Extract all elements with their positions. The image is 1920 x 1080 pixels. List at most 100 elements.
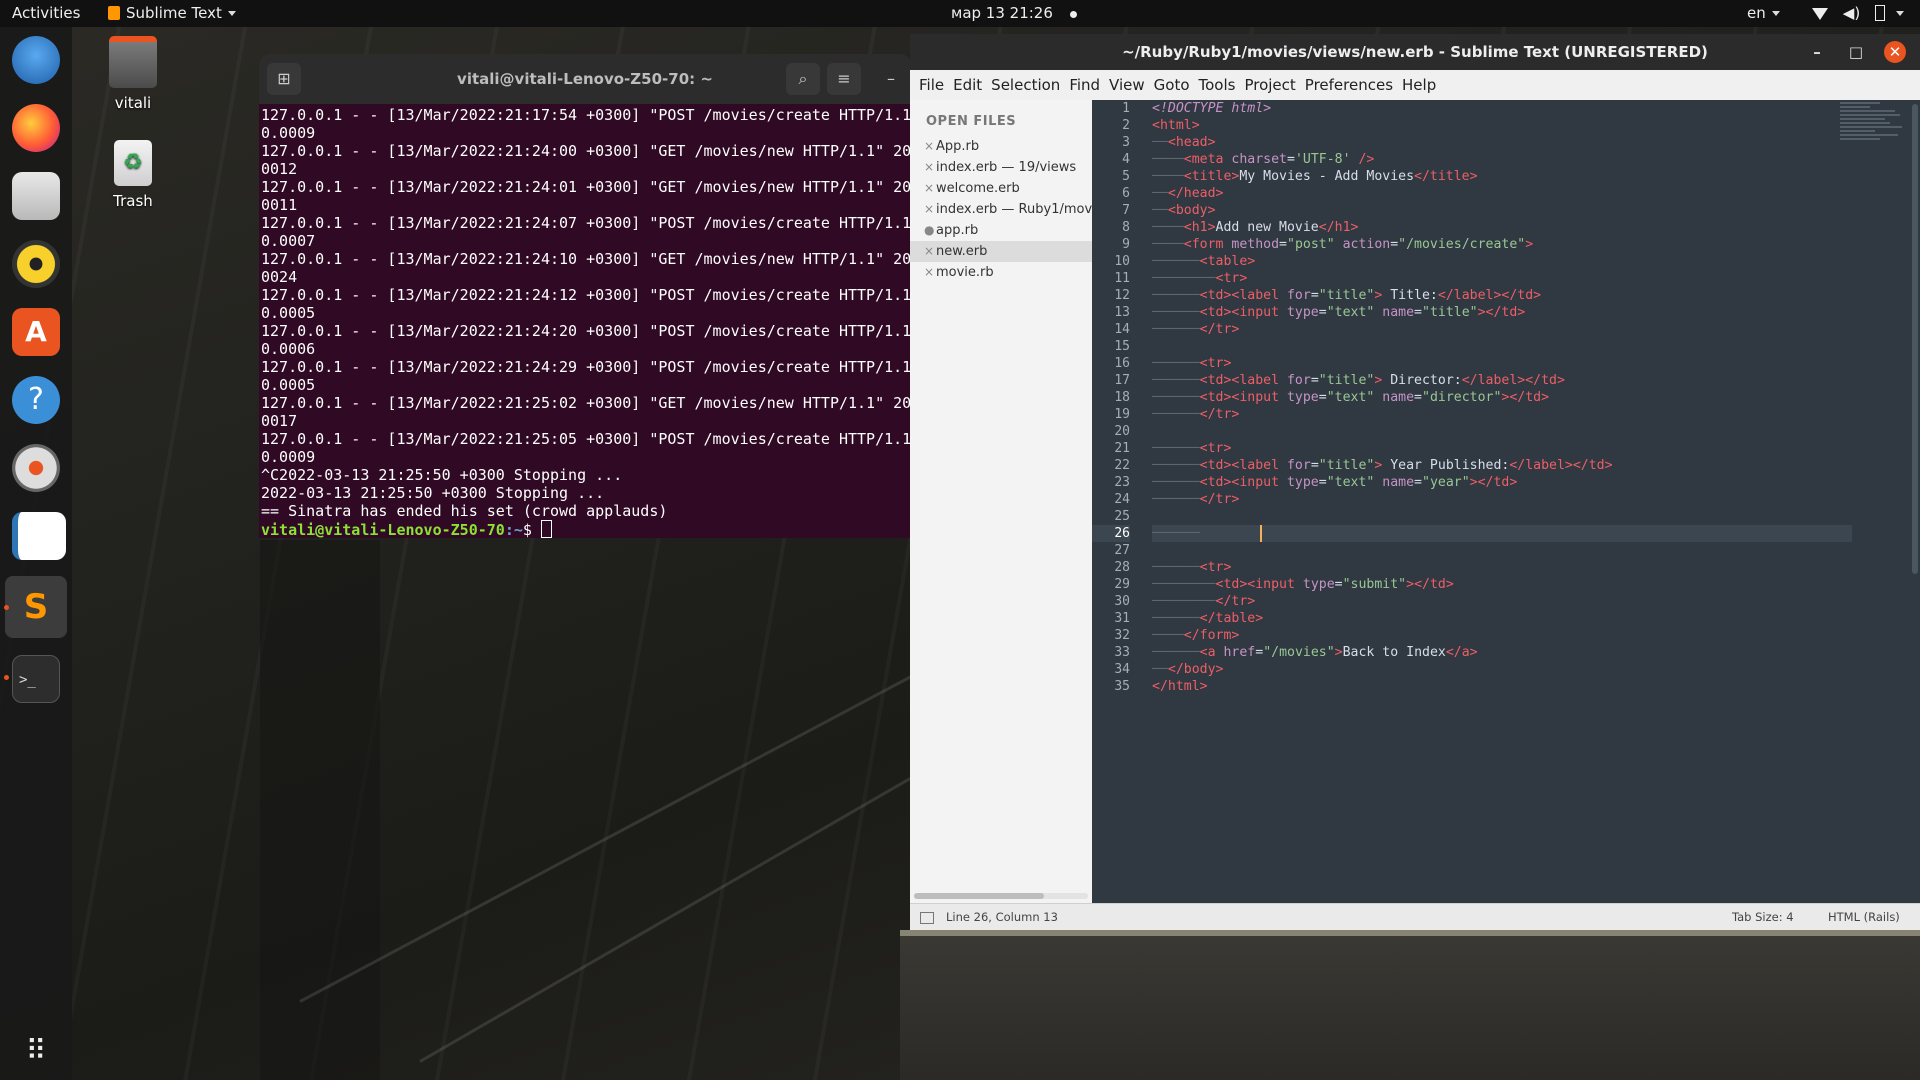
code-token: <body> <box>1167 203 1216 218</box>
menu-view[interactable]: View <box>1100 70 1145 100</box>
search-button[interactable]: ⌕ <box>786 63 820 95</box>
close-file-icon[interactable]: × <box>924 157 936 178</box>
sidebar-scrollbar[interactable] <box>914 893 1088 899</box>
terminal-window[interactable]: ⊞ vitali@vitali-Lenovo-Z50-70: ~ ⌕ ≡ – 1… <box>259 54 911 538</box>
app-menu[interactable]: Sublime Text <box>108 0 236 27</box>
terminal-prompt[interactable]: vitali@vitali-Lenovo-Z50-70:~$ <box>261 520 911 538</box>
code-line[interactable]: ──────<tr> <box>1152 440 1852 457</box>
code-line[interactable]: ──────<td><input type="text" name="year"… <box>1152 474 1852 491</box>
code-line[interactable]: <html> <box>1152 117 1852 134</box>
sublime-window[interactable]: ~/Ruby/Ruby1/movies/views/new.erb - Subl… <box>910 34 1920 930</box>
code-line[interactable]: </html> <box>1152 678 1852 695</box>
code-line[interactable]: ──────<td><input type="text" name="direc… <box>1152 389 1852 406</box>
code-line[interactable]: ──────<a href="/movies">Back to Index</a… <box>1152 644 1852 661</box>
editor-scrollbar[interactable] <box>1912 104 1918 574</box>
menu-tools[interactable]: Tools <box>1190 70 1236 100</box>
code-editor[interactable]: 1 2 3 4 5 6 7 8 9 10 11 12 13 14 15 16 17 18 19 20 21 22 23 24 2… <box>1092 100 1920 903</box>
open-file-item[interactable]: × new.erb <box>910 241 1092 262</box>
open-file-item[interactable]: × App.rb <box>910 136 1092 157</box>
code-line[interactable]: ────── <box>1152 525 1852 542</box>
code-line[interactable]: ──────<tr> <box>1152 559 1852 576</box>
open-file-item[interactable]: × movie.rb <box>910 262 1092 283</box>
terminal-titlebar[interactable]: ⊞ vitali@vitali-Lenovo-Z50-70: ~ ⌕ ≡ – <box>259 54 911 104</box>
files-icon[interactable] <box>12 172 60 220</box>
desktop-icon-home[interactable]: vitali <box>88 36 178 112</box>
code-line[interactable]: ──────<tr> <box>1152 355 1852 372</box>
close-file-icon[interactable]: × <box>924 199 936 220</box>
system-menu[interactable]: ◀) <box>1812 0 1904 27</box>
maximize-button[interactable]: □ <box>1845 41 1867 63</box>
code-line[interactable]: ──────</table> <box>1152 610 1852 627</box>
sublime-titlebar[interactable]: ~/Ruby/Ruby1/movies/views/new.erb - Subl… <box>910 34 1920 70</box>
syntax-mode[interactable]: HTML (Rails) <box>1828 904 1900 930</box>
code-token: <meta <box>1183 152 1232 167</box>
minimize-button[interactable]: – <box>874 63 908 95</box>
code-line[interactable]: ──</head> <box>1152 185 1852 202</box>
code-line[interactable]: ──────<td><label for="title"> Director:<… <box>1152 372 1852 389</box>
code-line[interactable] <box>1152 508 1852 525</box>
menu-file[interactable]: File <box>910 70 944 100</box>
code-line[interactable]: ──────<td><label for="title"> Year Publi… <box>1152 457 1852 474</box>
open-file-item[interactable]: × index.erb — 19/views <box>910 157 1092 178</box>
close-file-icon[interactable]: × <box>924 262 936 283</box>
clock[interactable]: мар 13 21:26 <box>951 0 1077 27</box>
code-line[interactable] <box>1152 542 1852 559</box>
menu-edit[interactable]: Edit <box>944 70 982 100</box>
menu-selection[interactable]: Selection <box>982 70 1060 100</box>
open-file-item[interactable]: × welcome.erb <box>910 178 1092 199</box>
disk-icon[interactable] <box>12 444 60 492</box>
close-button[interactable]: ✕ <box>1884 41 1906 63</box>
panel-toggle-icon[interactable] <box>920 912 934 924</box>
grid-icon[interactable]: ⠿ <box>12 1027 60 1075</box>
writer-icon[interactable] <box>12 512 66 560</box>
code-area[interactable]: <!DOCTYPE html> <html> ──<head> ────<meta c… <box>1152 100 1852 695</box>
code-line[interactable]: ────────</tr> <box>1152 593 1852 610</box>
code-line[interactable] <box>1152 338 1852 355</box>
code-line[interactable]: ──────</tr> <box>1152 491 1852 508</box>
language-indicator[interactable]: en <box>1747 0 1780 27</box>
code-line[interactable]: ────</form> <box>1152 627 1852 644</box>
terminal-output[interactable]: 127.0.0.1 - - [13/Mar/2022:21:17:54 +030… <box>259 104 911 538</box>
unsaved-dot-icon[interactable]: ● <box>924 220 936 241</box>
desktop-icon-trash[interactable]: ♻ Trash <box>88 140 178 210</box>
code-line[interactable]: ──</body> <box>1152 661 1852 678</box>
code-line[interactable]: ──────<table> <box>1152 253 1852 270</box>
code-line[interactable]: ────<title>My Movies - Add Movies</title… <box>1152 168 1852 185</box>
terminal-icon[interactable]: >_ <box>12 655 60 703</box>
software-center-icon[interactable]: A <box>12 308 60 356</box>
code-line[interactable] <box>1152 423 1852 440</box>
menu-preferences[interactable]: Preferences <box>1296 70 1393 100</box>
close-file-icon[interactable]: × <box>924 178 936 199</box>
code-line[interactable]: ────────<td><input type="submit"></td> <box>1152 576 1852 593</box>
firefox-icon[interactable] <box>12 104 60 152</box>
code-line[interactable]: ────<meta charset='UTF-8' /> <box>1152 151 1852 168</box>
terminal-line: 127.0.0.1 - - [13/Mar/2022:21:24:12 +030… <box>261 286 911 304</box>
code-line[interactable]: ──────<td><label for="title"> Title:</la… <box>1152 287 1852 304</box>
minimap[interactable] <box>1840 100 1910 180</box>
sublime-icon[interactable]: S <box>12 583 60 631</box>
code-line[interactable]: ──────</tr> <box>1152 321 1852 338</box>
rhythmbox-icon[interactable] <box>12 240 60 288</box>
code-line[interactable]: ──────</tr> <box>1152 406 1852 423</box>
activities-button[interactable]: Activities <box>12 0 80 27</box>
thunderbird-icon[interactable] <box>12 36 60 84</box>
menu-help[interactable]: Help <box>1393 70 1436 100</box>
code-line[interactable]: ────<h1>Add new Movie</h1> <box>1152 219 1852 236</box>
code-line[interactable]: ──<body> <box>1152 202 1852 219</box>
close-file-icon[interactable]: × <box>924 241 936 262</box>
minimize-button[interactable]: – <box>1806 41 1828 63</box>
menu-button[interactable]: ≡ <box>827 63 861 95</box>
close-file-icon[interactable]: × <box>924 136 936 157</box>
open-file-item[interactable]: ● app.rb <box>910 220 1092 241</box>
code-line[interactable]: ────────<tr> <box>1152 270 1852 287</box>
open-file-item[interactable]: ×index.erb — Ruby1/movies <box>910 199 1092 220</box>
menu-find[interactable]: Find <box>1060 70 1100 100</box>
menu-project[interactable]: Project <box>1235 70 1295 100</box>
code-line[interactable]: ──<head> <box>1152 134 1852 151</box>
code-line[interactable]: ──────<td><input type="text" name="title… <box>1152 304 1852 321</box>
help-icon[interactable]: ? <box>12 376 60 424</box>
tab-size[interactable]: Tab Size: 4 <box>1732 904 1794 930</box>
code-line[interactable]: ────<form method="post" action="/movies/… <box>1152 236 1852 253</box>
menu-goto[interactable]: Goto <box>1145 70 1190 100</box>
code-line[interactable]: <!DOCTYPE html> <box>1152 100 1852 117</box>
